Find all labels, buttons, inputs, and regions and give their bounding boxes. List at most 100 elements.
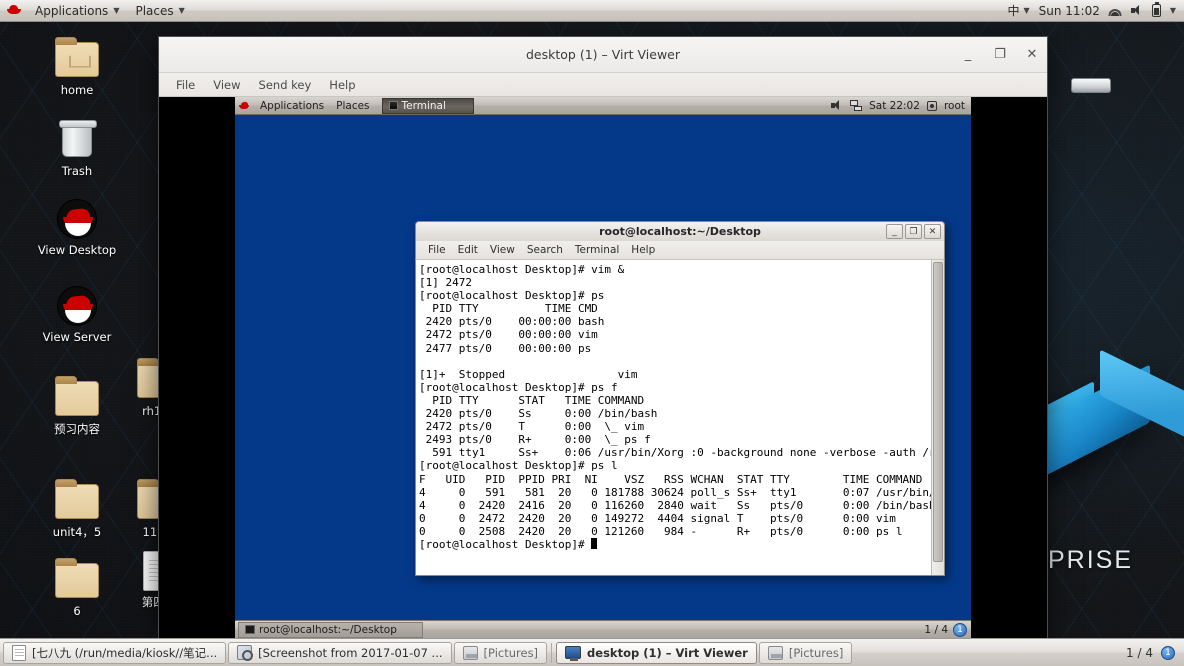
desktop-icon-label: unit4，5 (52, 525, 102, 539)
pictures-icon (462, 645, 478, 660)
terminal-body[interactable]: [root@localhost Desktop]# vim & [1] 2472… (415, 260, 945, 576)
minimize-button[interactable]: _ (961, 48, 975, 62)
taskbar-item-label: [Pictures] (788, 645, 844, 660)
vm-menu-applications[interactable]: Applications (254, 99, 330, 113)
workspace-badge[interactable]: 1 (1161, 645, 1175, 660)
terminal-titlebar[interactable]: root@localhost:~/Desktop _ ❐ ✕ (415, 221, 945, 241)
taskbar-item-pictures-2[interactable]: [Pictures] (758, 641, 853, 664)
vm-system-tray: Sat 22:02 root (831, 100, 971, 112)
terminal-scrollbar[interactable] (931, 260, 944, 575)
redhat-logo-icon[interactable] (6, 4, 22, 18)
vm-workspace-switcher[interactable]: 1 / 4 1 (924, 622, 971, 637)
battery-icon[interactable] (1151, 2, 1161, 17)
virt-menu-help[interactable]: Help (322, 76, 362, 94)
wifi-icon[interactable] (1108, 5, 1122, 16)
close-button[interactable]: ✕ (924, 224, 941, 239)
desktop-icon-home[interactable]: home (31, 36, 123, 97)
virt-viewer-title: desktop (1) – Virt Viewer (526, 47, 680, 62)
wallpaper-text: PRISE (1048, 546, 1134, 574)
vm-screen: Applications Places Terminal Sat 22:02 r… (235, 97, 971, 638)
taskbar-item-virt-viewer[interactable]: desktop (1) – Virt Viewer (556, 641, 757, 664)
vm-taskbar-item-terminal[interactable]: root@localhost:~/Desktop (238, 621, 423, 638)
redhat-icon (31, 196, 123, 242)
desktop-icon-unit45[interactable]: unit4，5 (31, 478, 123, 539)
terminal-window: root@localhost:~/Desktop _ ❐ ✕ File Edit… (415, 221, 945, 576)
terminal-menu-edit[interactable]: Edit (452, 243, 484, 257)
volume-icon[interactable] (831, 100, 843, 111)
terminal-menu-search[interactable]: Search (521, 243, 569, 257)
vm-task-terminal[interactable]: Terminal (381, 97, 474, 114)
folder-icon (31, 557, 123, 603)
virt-menu-file[interactable]: File (169, 76, 202, 94)
taskbar-item-pictures-1[interactable]: [Pictures] (453, 641, 548, 664)
vm-taskbar: root@localhost:~/Desktop 1 / 4 1 (235, 620, 971, 638)
terminal-menu-view[interactable]: View (484, 243, 521, 257)
volume-muted-icon[interactable] (1130, 5, 1143, 16)
virt-viewer-titlebar[interactable]: desktop (1) – Virt Viewer _ ❐ ✕ (159, 37, 1047, 73)
virt-viewer-menubar: File View Send key Help (159, 73, 1047, 97)
desktop-icon-label: Trash (61, 164, 93, 178)
desktop-icon-yuxi[interactable]: 预习内容 (31, 375, 123, 436)
taskbar-separator (551, 642, 553, 663)
desktop-icon-label: home (60, 83, 94, 97)
note-icon (12, 644, 26, 661)
vm-workspace-badge[interactable]: 1 (953, 622, 967, 637)
ime-indicator[interactable]: 中 ▼ (1007, 2, 1029, 19)
chevron-down-icon: ▼ (1023, 6, 1030, 15)
maximize-button[interactable]: ❐ (905, 224, 922, 239)
virt-menu-view[interactable]: View (206, 76, 247, 94)
desktop-icon-label: 预习内容 (54, 422, 100, 436)
desktop-icon-drive[interactable] (1045, 62, 1137, 110)
vm-clock[interactable]: Sat 22:02 (869, 100, 920, 112)
vm-top-panel: Applications Places Terminal Sat 22:02 r… (235, 97, 971, 115)
menu-places[interactable]: Places ▼ (127, 2, 192, 20)
vm-taskbar-item-label: root@localhost:~/Desktop (259, 623, 397, 636)
scrollbar-thumb[interactable] (933, 262, 943, 562)
terminal-window-controls: _ ❐ ✕ (886, 224, 941, 239)
virt-menu-send-key[interactable]: Send key (252, 76, 319, 94)
terminal-menu-file[interactable]: File (422, 243, 452, 257)
trash-icon (31, 117, 123, 163)
terminal-title: root@localhost:~/Desktop (599, 225, 761, 238)
chevron-down-icon[interactable]: ▼ (1170, 6, 1176, 15)
virt-viewer-window-controls: _ ❐ ✕ (961, 37, 1039, 73)
vm-menu-places[interactable]: Places (330, 99, 375, 113)
menu-places-label: Places (135, 3, 174, 18)
virt-viewer-window: desktop (1) – Virt Viewer _ ❐ ✕ File Vie… (158, 36, 1048, 639)
menu-applications[interactable]: Applications ▼ (27, 2, 127, 20)
maximize-button[interactable]: ❐ (993, 48, 1007, 62)
desktop-icon-label: View Desktop (37, 243, 117, 257)
top-panel: Applications ▼ Places ▼ 中 ▼ Sun 11:02 ▼ (0, 0, 1184, 22)
terminal-menubar: File Edit View Search Terminal Help (415, 241, 945, 260)
pictures-icon (767, 645, 783, 660)
user-icon (926, 100, 937, 111)
taskbar-item-notes[interactable]: [七八九 (/run/media/kiosk//笔记... (3, 641, 227, 664)
network-disconnected-icon[interactable] (850, 100, 863, 111)
desktop-icon-view-server[interactable]: View Server (31, 283, 123, 344)
bottom-taskbar: [七八九 (/run/media/kiosk//笔记... [Screensho… (0, 638, 1184, 666)
chevron-down-icon: ▼ (178, 6, 185, 15)
desktop-icon-6[interactable]: 6 (31, 557, 123, 618)
terminal-menu-help[interactable]: Help (625, 243, 661, 257)
terminal-menu-terminal[interactable]: Terminal (569, 243, 625, 257)
taskbar-item-screenshot[interactable]: [Screenshot from 2017-01-07 ... (228, 641, 452, 664)
minimize-button[interactable]: _ (886, 224, 903, 239)
screenshot-icon (237, 645, 254, 661)
desktop-icon-view-desktop[interactable]: View Desktop (31, 196, 123, 257)
vm-user-label[interactable]: root (944, 100, 965, 112)
terminal-output[interactable]: [root@localhost Desktop]# vim & [1] 2472… (416, 260, 931, 575)
taskbar-item-label: [七八九 (/run/media/kiosk//笔记... (32, 645, 218, 660)
virt-viewer-viewport: Applications Places Terminal Sat 22:02 r… (159, 97, 1047, 638)
terminal-icon (388, 101, 398, 110)
clock[interactable]: Sun 11:02 (1039, 4, 1100, 18)
ime-label: 中 (1007, 4, 1020, 18)
redhat-icon (31, 283, 123, 329)
close-button[interactable]: ✕ (1025, 48, 1039, 62)
taskbar-item-label: desktop (1) – Virt Viewer (587, 645, 748, 660)
redhat-logo-icon[interactable] (239, 101, 250, 111)
taskbar-item-label: [Screenshot from 2017-01-07 ... (258, 645, 443, 660)
terminal-icon (245, 625, 255, 634)
desktop-icon-trash[interactable]: Trash (31, 117, 123, 178)
desktop-icon-label: View Server (42, 330, 112, 344)
workspace-switcher: 1 / 4 1 (1126, 645, 1181, 660)
